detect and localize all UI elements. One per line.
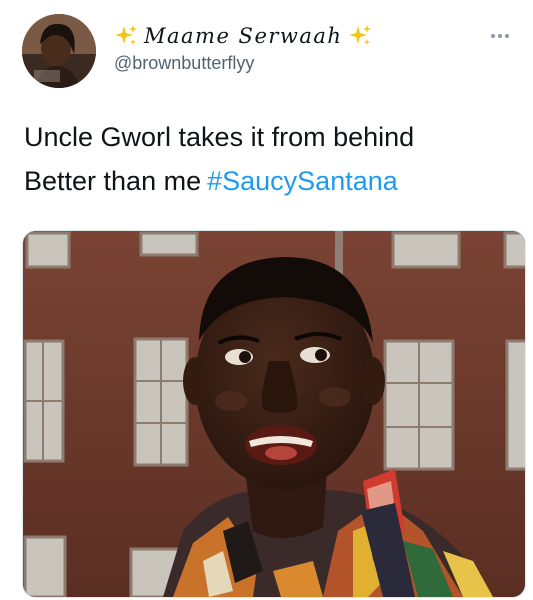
display-name-row[interactable]: Maame Serwaah [114, 22, 372, 50]
tweet-text-part: Better than me [24, 166, 202, 196]
tweet-text: Uncle Gworl takes it from behind Better … [24, 115, 514, 203]
more-options-icon[interactable] [485, 26, 515, 46]
avatar[interactable] [22, 14, 96, 88]
tweet-text-line: Better than me #SaucySantana [24, 159, 514, 203]
tweet-card: Maame Serwaah @brownbutterflyy Uncle Gwo… [0, 0, 533, 600]
media-photo [23, 231, 525, 597]
more-dot [498, 34, 502, 38]
tweet-text-line: Uncle Gworl takes it from behind [24, 122, 415, 152]
hashtag-link[interactable]: #SaucySantana [207, 166, 398, 196]
sparkles-icon [348, 24, 372, 48]
more-dot [505, 34, 509, 38]
avatar-photo [22, 14, 96, 88]
user-handle[interactable]: @brownbutterflyy [114, 53, 254, 74]
more-dot [491, 34, 495, 38]
sparkles-icon [114, 24, 138, 48]
tweet-media-image[interactable] [22, 230, 526, 598]
display-name: Maame Serwaah [144, 24, 343, 48]
